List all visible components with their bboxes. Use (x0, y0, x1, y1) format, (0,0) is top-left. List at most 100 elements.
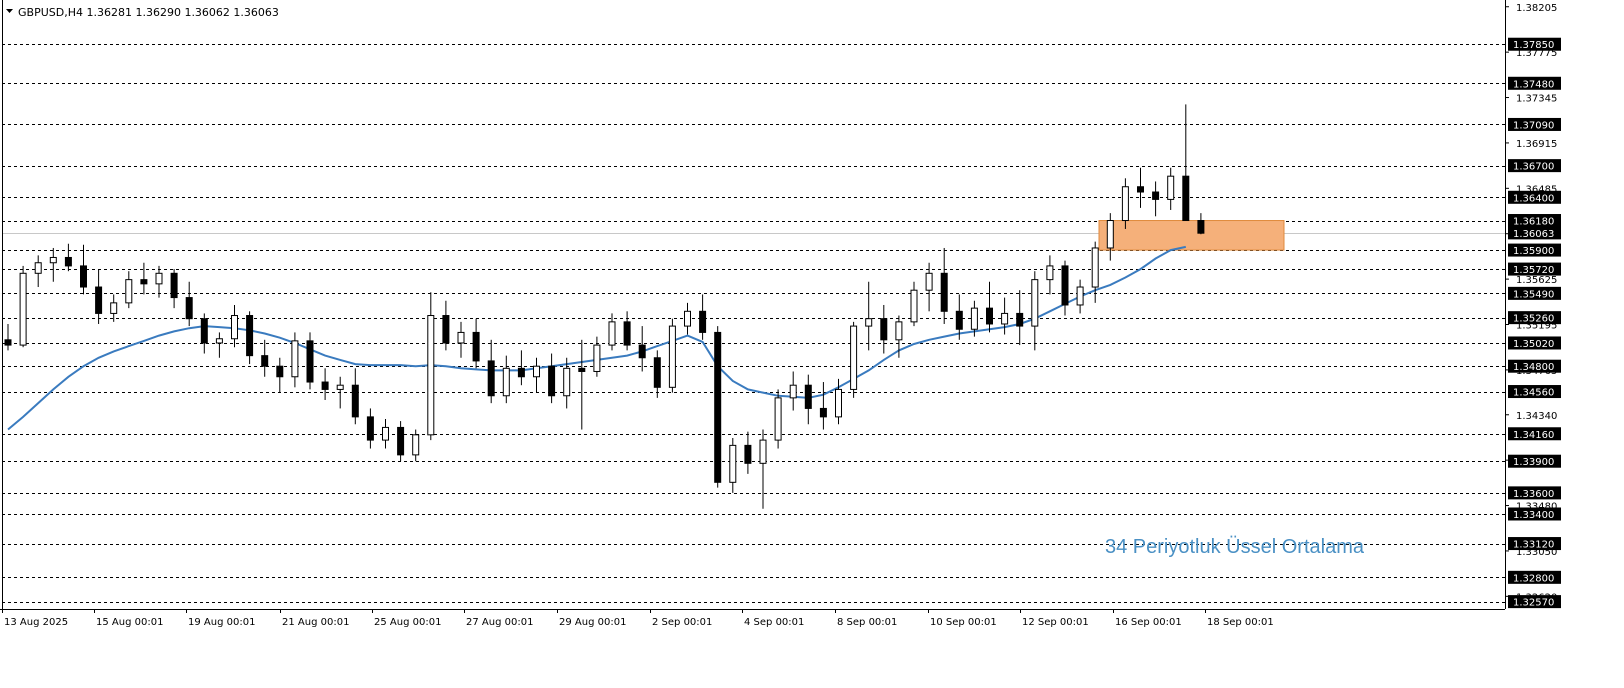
y-tick-label: 1.34340 (1516, 411, 1557, 422)
candle-body-bull (382, 426, 389, 441)
candle (925, 262, 933, 312)
candle-body-bear (880, 318, 888, 341)
candle-body-bear (170, 272, 178, 299)
x-tick-label: 29 Aug 00:01 (559, 617, 626, 628)
candle-body-bear (578, 367, 586, 372)
candle (1197, 213, 1205, 235)
candle-body-bull (1091, 247, 1099, 288)
candle (125, 271, 133, 309)
candle (940, 247, 948, 324)
level-price-label: 1.36700 (1513, 162, 1554, 173)
candle (699, 294, 707, 340)
candle-body-bull (1167, 175, 1175, 200)
candle-body-bear (804, 384, 812, 409)
candle-body-bull (835, 388, 842, 418)
candle (427, 292, 435, 441)
candle-body-bull (1031, 279, 1039, 327)
candle-body-bear (1152, 191, 1160, 200)
candle-body-bull (593, 344, 601, 372)
candle (155, 265, 163, 298)
chart-canvas[interactable]: 1.382051.377751.373451.369151.364851.360… (0, 0, 1624, 684)
candle-body-bear (321, 381, 329, 390)
candle (729, 437, 737, 493)
chart-menu-caret-icon[interactable] (6, 9, 13, 13)
candle-body-bear (306, 340, 314, 383)
level-price-label: 1.35490 (1513, 289, 1554, 300)
candle-body-bear (397, 426, 405, 456)
candle (789, 371, 797, 411)
candle-body-bear (1182, 175, 1190, 222)
candle (744, 431, 752, 474)
candle-body-bear (80, 265, 87, 288)
candle (215, 332, 223, 358)
candle-body-bull (215, 338, 223, 344)
x-tick-label: 15 Aug 00:01 (96, 617, 163, 628)
candle-body-bear (653, 357, 661, 388)
candle-body-bull (110, 302, 118, 314)
candle (578, 339, 586, 430)
candle (623, 311, 631, 351)
support-zone[interactable] (1098, 220, 1285, 251)
candle-body-bull (759, 439, 767, 464)
candle (321, 368, 329, 400)
candle (1182, 104, 1190, 222)
symbol-title: GBPUSD,H4 1.36281 1.36290 1.36062 1.3606… (18, 6, 279, 19)
candle (19, 265, 27, 348)
candle (80, 244, 87, 295)
level-price-label: 1.34160 (1513, 430, 1554, 441)
candle-body-bear (487, 360, 495, 397)
candle-body-bear (246, 315, 254, 357)
y-tick-label: 1.35625 (1516, 275, 1557, 286)
candle (49, 247, 57, 282)
candle-body-bull (668, 325, 676, 388)
candle-body-bull (155, 272, 163, 285)
candle (231, 304, 238, 348)
candle (714, 326, 722, 488)
candle-body-bull (563, 367, 571, 397)
x-tick-label: 21 Aug 00:01 (282, 617, 349, 628)
candle-body-bear (699, 310, 707, 333)
candle-body-bear (638, 344, 646, 359)
candle-body-bull (533, 365, 540, 378)
candle (95, 269, 103, 324)
level-price-label: 1.33400 (1513, 510, 1554, 521)
candle (1016, 290, 1024, 346)
candle-body-bear (351, 384, 359, 418)
candle (351, 368, 359, 425)
candle-body-bull (608, 321, 616, 346)
candle (442, 300, 450, 351)
candle-body-bear (623, 321, 631, 346)
candle-body-bull (336, 384, 344, 390)
candle-body-bull (1046, 265, 1054, 281)
level-price-label: 1.32800 (1513, 573, 1554, 584)
candle (1106, 213, 1114, 261)
candle-body-bear (442, 315, 450, 344)
level-price-label: 1.36180 (1513, 217, 1554, 228)
candle-body-bull (231, 315, 238, 340)
candle (517, 350, 525, 386)
candle (502, 355, 510, 404)
candle-body-bull (910, 289, 918, 323)
candle (276, 357, 284, 393)
candle-body-bull (49, 256, 57, 264)
candle (1152, 181, 1160, 217)
candle-body-bear (185, 297, 193, 320)
level-price-label: 1.35260 (1513, 314, 1554, 325)
candle (819, 382, 827, 430)
candle-body-bear (548, 365, 556, 397)
candle (397, 421, 405, 462)
candle-body-bull (34, 262, 42, 274)
candle (64, 243, 72, 272)
x-tick-label: 25 Aug 00:01 (374, 617, 441, 628)
chart[interactable]: 1.382051.377751.373451.369151.364851.360… (0, 0, 1624, 684)
candle-body-bull (729, 444, 737, 483)
candle (4, 323, 12, 351)
x-tick-label: 18 Sep 00:01 (1207, 617, 1274, 628)
ema-annotation: 34 Periyotluk Üssel Ortalama (1105, 536, 1365, 558)
candle (185, 281, 193, 327)
x-tick-label: 4 Sep 00:01 (744, 617, 804, 628)
candle (246, 311, 254, 365)
candle-body-bear (714, 331, 722, 483)
candle-body-bear (366, 416, 374, 441)
level-price-label: 1.37480 (1513, 79, 1554, 90)
